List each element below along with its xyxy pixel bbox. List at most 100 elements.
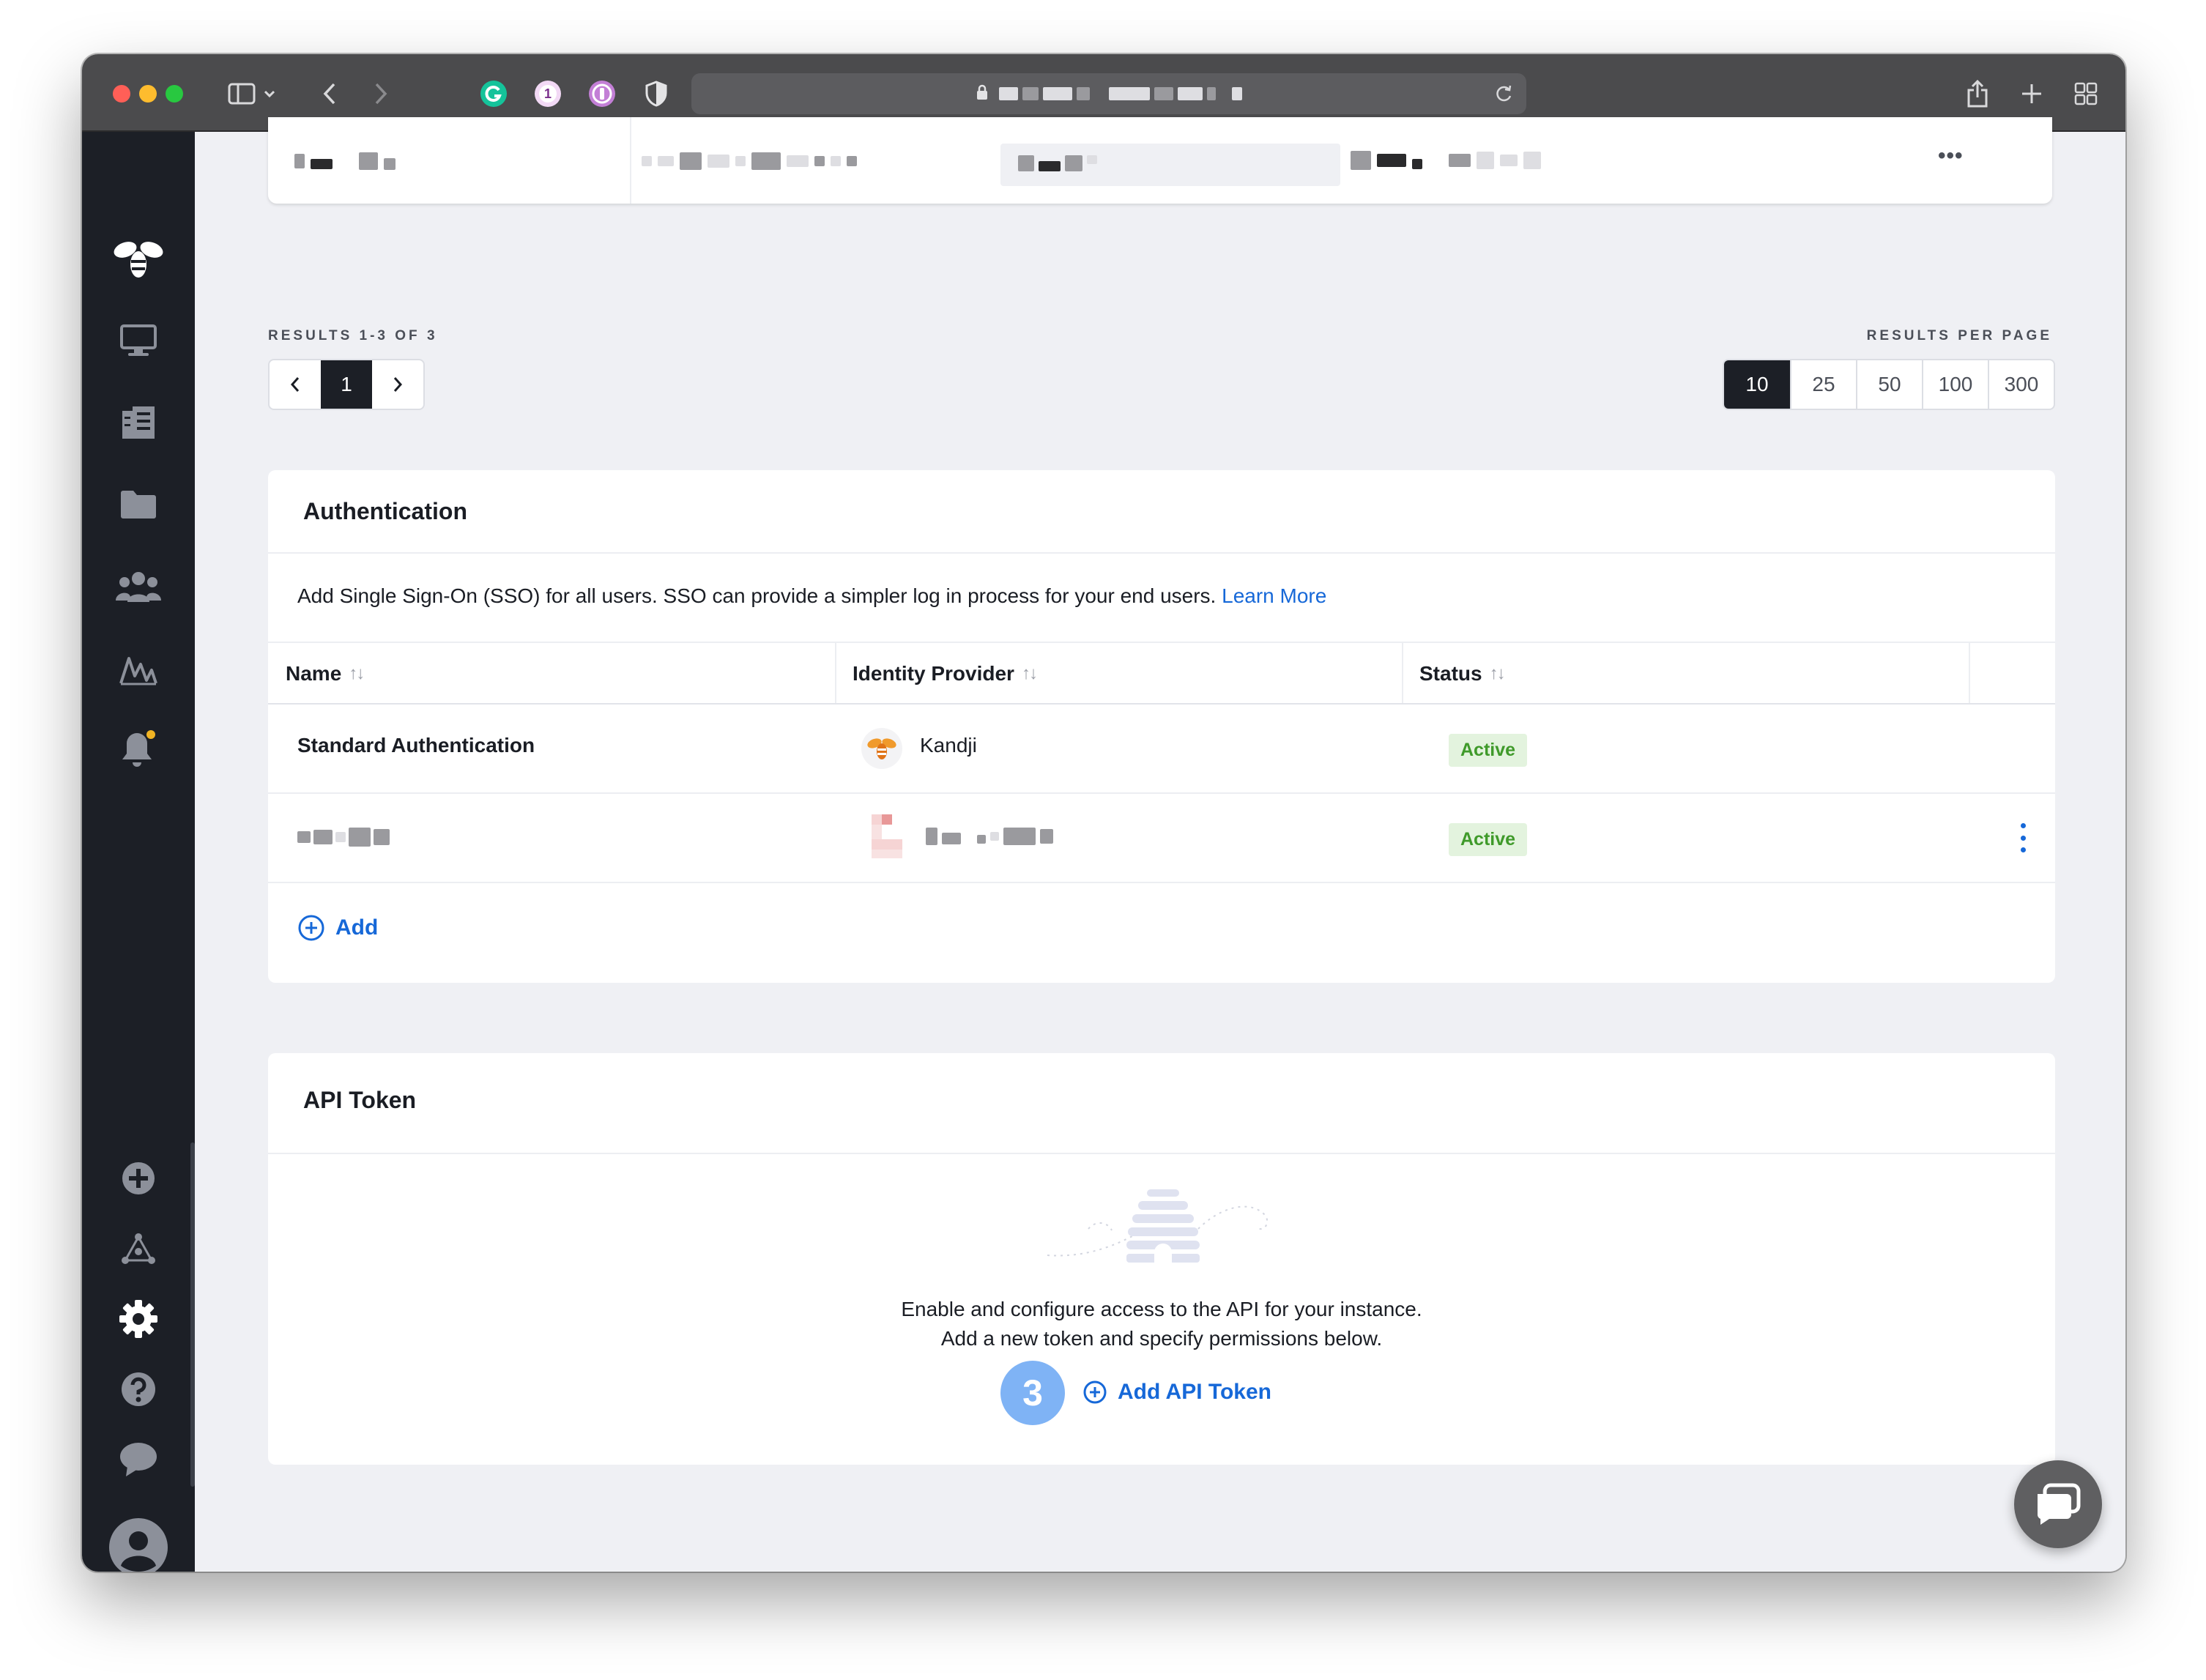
add-api-token-label: Add API Token [1118,1380,1271,1404]
back-icon[interactable] [316,73,343,114]
table-row[interactable]: Standard Authentication Kandji Active [268,705,2055,792]
app-sidebar [82,132,195,1572]
authentication-title: Authentication [303,498,467,524]
row-actions-menu[interactable]: ••• [1938,144,1964,168]
per-page-option-25[interactable]: 25 [1790,360,1856,409]
close-window-button[interactable] [113,85,130,103]
chevron-down-icon[interactable] [261,73,278,114]
pagination-control: 1 [268,359,425,410]
main-content: ••• RESULTS 1-3 OF 3 1 RESULTS PER PAGE … [195,117,2125,1572]
results-per-page-selector: 10 25 50 100 300 [1723,359,2055,410]
column-divider [835,642,836,703]
settings-gear-icon[interactable] [82,1293,195,1345]
redacted-cell-highlight [1000,144,1340,186]
api-token-card: API Token Enable and configure access to… [268,1053,2055,1465]
lock-icon [976,84,989,104]
plus-circle-icon [1083,1380,1107,1404]
support-chat-button[interactable] [2014,1460,2102,1548]
status-badge: Active [1449,734,1528,767]
description-text: Add Single Sign-On (SSO) for all users. … [297,584,1217,607]
kandji-logo[interactable] [82,234,195,286]
column-header-status-label: Status [1419,662,1482,685]
per-page-option-100[interactable]: 100 [1922,360,1988,409]
column-header-status[interactable]: Status ↑↓ [1419,662,1506,685]
column-header-identity-provider-label: Identity Provider [853,662,1014,685]
column-header-identity-provider[interactable]: Identity Provider ↑↓ [853,662,1038,685]
forward-icon[interactable] [368,73,394,114]
row-divider [268,882,2055,883]
results-count-label: RESULTS 1-3 OF 3 [268,328,438,343]
api-empty-line-2: Add a new token and specify permissions … [940,1327,1383,1350]
user-avatar-icon[interactable] [82,1514,195,1572]
users-icon[interactable] [82,561,195,612]
divider [268,1153,2055,1154]
browser-window: 1 ••• RESULTS 1-3 OF 3 1 RESULTS PER PAG… [82,54,2125,1572]
auth-provider-cell: Kandji [920,734,977,757]
table-row[interactable]: Active [268,794,2055,882]
help-icon[interactable] [82,1364,195,1415]
per-page-option-50[interactable]: 50 [1856,360,1922,409]
api-token-title: API Token [303,1087,417,1113]
add-api-token-button[interactable]: Add API Token [1082,1380,1271,1405]
divider [268,552,2055,554]
per-page-option-10[interactable]: 10 [1724,360,1790,409]
extension-icon[interactable] [586,73,618,114]
authentication-card: Authentication Add Single Sign-On (SSO) … [268,470,2055,983]
minimize-window-button[interactable] [139,85,157,103]
column-divider [1969,642,1970,703]
tab-overview-icon[interactable] [2071,73,2101,114]
beehive-illustration [1044,1185,1279,1273]
plus-circle-icon [298,915,324,941]
address-bar[interactable] [691,73,1526,114]
page-button-current[interactable]: 1 [321,360,372,409]
onepassword-icon[interactable]: 1 [532,73,564,114]
sort-arrows-icon[interactable]: ↑↓ [1490,664,1506,684]
column-divider [1402,642,1403,703]
sort-arrows-icon[interactable]: ↑↓ [1022,664,1038,684]
divider [268,642,2055,643]
row-kebab-menu-icon[interactable] [2014,823,2032,852]
activity-icon[interactable] [82,643,195,694]
per-page-option-300[interactable]: 300 [1988,360,2054,409]
reload-icon[interactable] [1494,83,1513,108]
library-icon[interactable] [82,397,195,448]
sidebar-toggle-icon[interactable] [226,73,258,114]
redacted-provider-cell [926,828,1053,845]
kandji-provider-icon [861,728,902,769]
step-number-badge: 3 [1000,1361,1065,1425]
column-header-name[interactable]: Name ↑↓ [286,662,365,685]
new-tab-icon[interactable] [2017,73,2046,114]
privacy-shield-icon[interactable] [640,73,672,114]
learn-more-link[interactable]: Learn More [1222,584,1326,607]
devices-icon[interactable] [82,315,195,366]
next-page-button[interactable] [372,360,423,409]
devices-table-row[interactable]: ••• [268,117,2052,204]
previous-page-button[interactable] [270,360,321,409]
auth-name-cell: Standard Authentication [297,734,535,757]
redacted-name-cell [297,828,390,847]
alerts-bell-icon[interactable] [82,724,195,775]
redacted-provider-icon [872,814,904,860]
api-empty-line-1: Enable and configure access to the API f… [901,1298,1422,1320]
chevron-right-icon [393,377,403,392]
authentication-description: Add Single Sign-On (SSO) for all users. … [297,584,1326,608]
sort-arrows-icon[interactable]: ↑↓ [349,664,365,684]
redacted-cell [642,152,857,170]
zoom-window-button[interactable] [166,85,183,103]
share-icon[interactable] [1963,73,1992,114]
status-badge: Active [1449,823,1528,856]
url-text-redacted [999,87,1242,100]
add-sso-label: Add [335,915,379,940]
add-sso-button[interactable]: Add [297,914,378,942]
integrations-icon[interactable] [82,1223,195,1274]
add-device-icon[interactable] [82,1153,195,1204]
redacted-cell [294,152,395,170]
chat-bubble-icon [2037,1483,2081,1525]
grammarly-icon[interactable] [478,73,510,114]
blueprints-folder-icon[interactable] [82,479,195,530]
onepassword-badge: 1 [543,86,552,101]
column-divider [630,117,631,204]
chat-icon[interactable] [82,1434,195,1485]
results-per-page-label: RESULTS PER PAGE [1866,328,2052,343]
column-header-name-label: Name [286,662,342,685]
